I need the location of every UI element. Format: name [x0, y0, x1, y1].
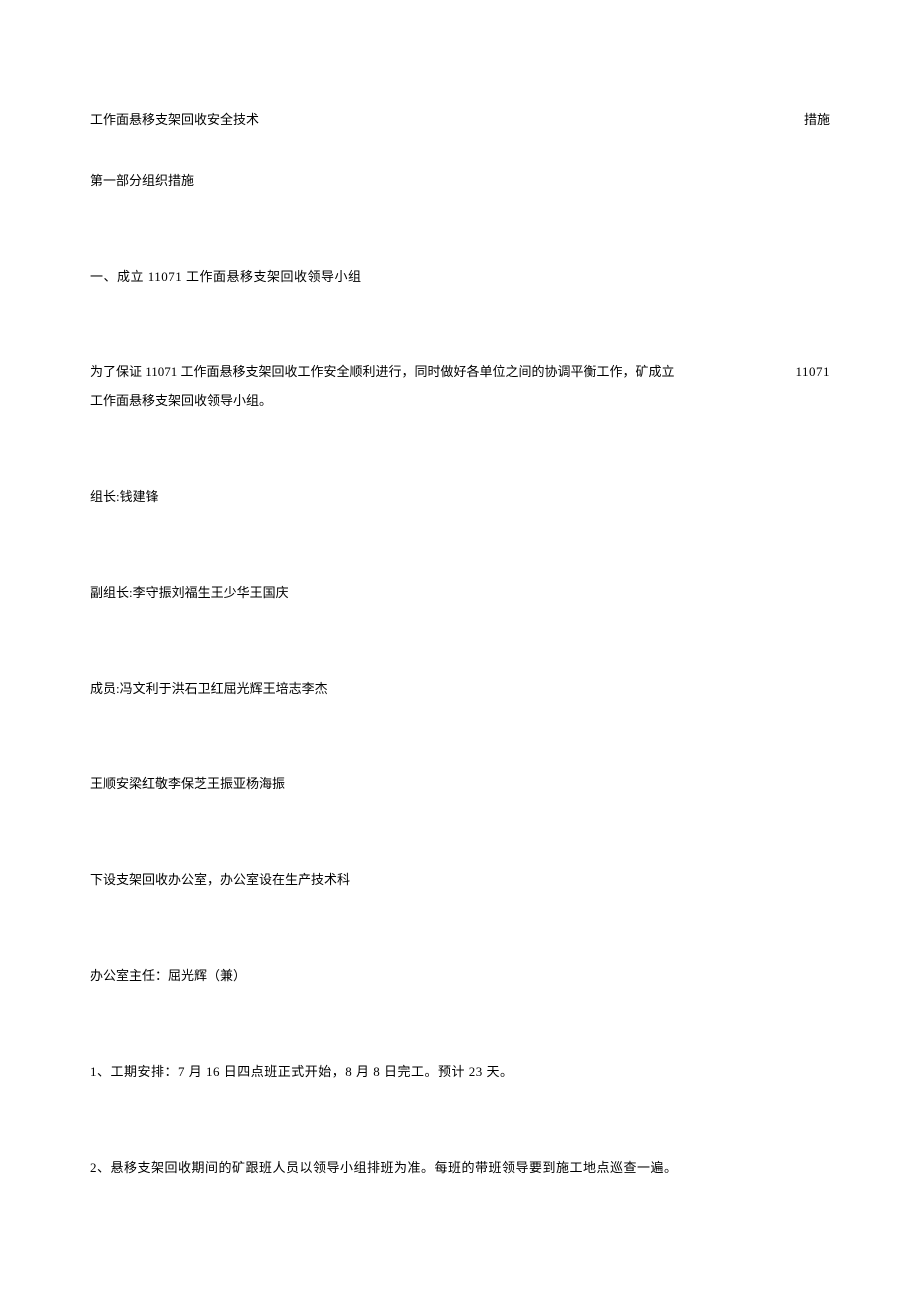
section-1-item-1: 一、成立 11071 工作面悬移支架回收领导小组: [90, 267, 830, 288]
title-left: 工作面悬移支架回收安全技术: [90, 110, 259, 131]
title-right: 措施: [804, 110, 830, 131]
schedule-item-2: 2、悬移支架回收期间的矿跟班人员以领导小组排班为准。每班的带班领导要到施工地点巡…: [90, 1158, 830, 1179]
office-setup: 下设支架回收办公室，办公室设在生产技术科: [90, 870, 830, 891]
para-1-line-1-right: 11071: [795, 362, 830, 383]
document-title-row: 工作面悬移支架回收安全技术 措施: [90, 110, 830, 131]
para-1-line-1-left: 为了保证 11071 工作面悬移支架回收工作安全顺利进行，同时做好各单位之间的协…: [90, 362, 675, 383]
deputy-leader: 副组长:李守振刘福生王少华王国庆: [90, 583, 830, 604]
members-line-2: 王顺安梁红敬李保芝王振亚杨海振: [90, 774, 830, 795]
document-page: 工作面悬移支架回收安全技术 措施 第一部分组织措施 一、成立 11071 工作面…: [0, 0, 920, 1313]
schedule-item-1: 1、工期安排：7 月 16 日四点班正式开始，8 月 8 日完工。预计 23 天…: [90, 1062, 830, 1083]
members-line-1: 成员:冯文利于洪石卫红屈光辉王培志李杰: [90, 679, 830, 700]
group-leader: 组长:钱建锋: [90, 487, 830, 508]
section-1-header: 第一部分组织措施: [90, 171, 830, 192]
office-director: 办公室主任：屈光辉（兼）: [90, 966, 830, 987]
section-1-para-1-line-2: 工作面悬移支架回收领导小组。: [90, 391, 830, 412]
section-1-para-1-line-1: 为了保证 11071 工作面悬移支架回收工作安全顺利进行，同时做好各单位之间的协…: [90, 362, 830, 383]
section-1-para-1: 为了保证 11071 工作面悬移支架回收工作安全顺利进行，同时做好各单位之间的协…: [90, 362, 830, 412]
